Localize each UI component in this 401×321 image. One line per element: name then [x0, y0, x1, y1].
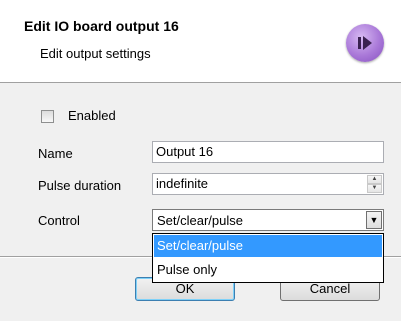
pulse-duration-label: Pulse duration — [38, 178, 122, 193]
control-selected-value: Set/clear/pulse — [157, 213, 243, 228]
dialog-title: Edit IO board output 16 — [24, 18, 179, 34]
name-label: Name — [38, 146, 73, 161]
spin-up-icon[interactable]: ▲ — [367, 175, 382, 184]
spin-down-icon[interactable]: ▼ — [367, 184, 382, 193]
control-dropdown[interactable]: Set/clear/pulse ▼ — [152, 209, 384, 231]
dialog-subtitle: Edit output settings — [40, 46, 151, 61]
pulse-duration-spinner[interactable]: ▲ ▼ — [367, 175, 382, 193]
control-options-list: Set/clear/pulse Pulse only — [152, 233, 384, 283]
control-label: Control — [38, 213, 80, 228]
control-option-pulse-only[interactable]: Pulse only — [154, 259, 382, 281]
pulse-duration-value: indefinite — [156, 176, 209, 191]
next-arrow-icon — [346, 24, 384, 62]
edit-output-dialog: Edit IO board output 16 Edit output sett… — [0, 0, 401, 321]
dialog-header: Edit IO board output 16 Edit output sett… — [0, 0, 401, 83]
name-field[interactable]: Output 16 — [152, 141, 384, 163]
pulse-duration-field[interactable]: indefinite ▲ ▼ — [152, 173, 384, 195]
chevron-down-icon[interactable]: ▼ — [366, 211, 382, 229]
enabled-checkbox[interactable] — [41, 110, 54, 123]
control-option-set-clear-pulse[interactable]: Set/clear/pulse — [154, 235, 382, 257]
enabled-label: Enabled — [68, 108, 116, 123]
